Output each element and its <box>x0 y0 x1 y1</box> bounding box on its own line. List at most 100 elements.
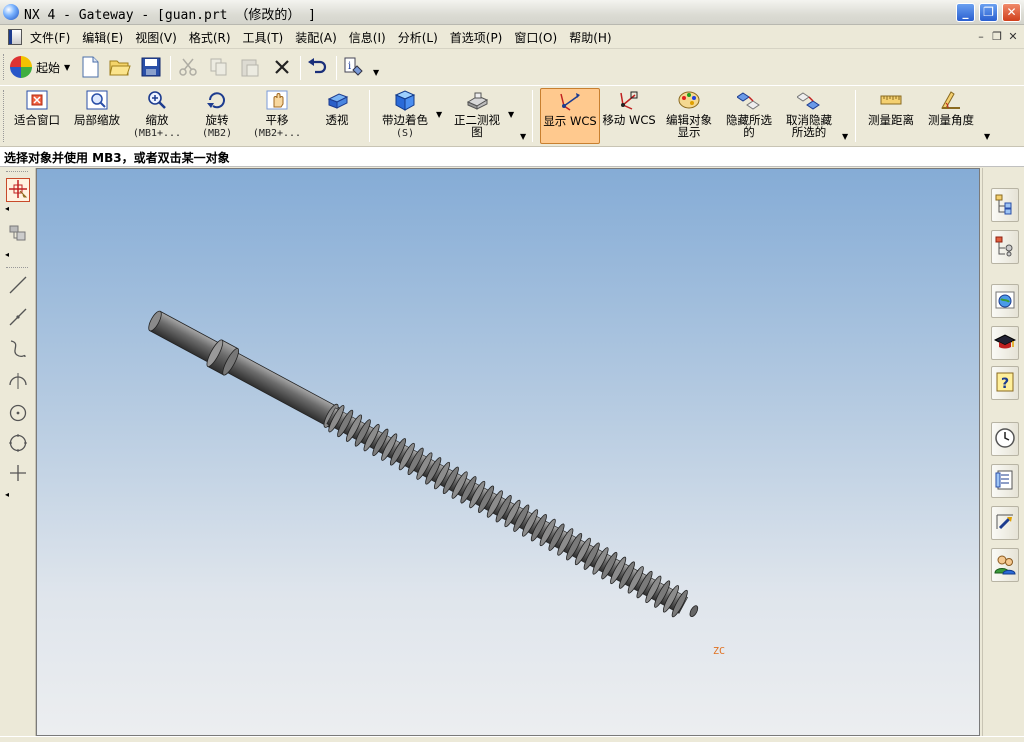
rotate-icon <box>205 89 229 111</box>
spline-tool-button[interactable] <box>6 338 30 362</box>
menu-file[interactable]: 文件(F) <box>30 29 76 46</box>
line-tool-button[interactable] <box>6 274 30 298</box>
trimetric-label-line2: 图 <box>471 125 483 139</box>
circle-icon <box>8 433 28 456</box>
start-button[interactable]: 起始 ▼ <box>10 54 70 80</box>
users-icon <box>994 553 1016 578</box>
chevron-down-icon[interactable]: ▼ <box>508 110 514 119</box>
new-icon[interactable] <box>79 56 101 78</box>
cut-icon[interactable] <box>177 56 199 78</box>
unhide-selected-button[interactable]: 取消隐藏 所选的 <box>780 88 838 144</box>
menu-window[interactable]: 窗口(O) <box>514 29 563 46</box>
menu-assemblies[interactable]: 装配(A) <box>295 29 343 46</box>
svg-text:i: i <box>348 61 351 72</box>
delete-icon[interactable] <box>271 56 293 78</box>
measure-angle-button[interactable]: 测量角度 <box>922 88 980 144</box>
move-wcs-button[interactable]: 移动 WCS <box>602 88 656 144</box>
menu-view[interactable]: 视图(V) <box>135 29 183 46</box>
toolbar-options-icon[interactable]: ▼ <box>520 132 526 141</box>
doc-close-button[interactable]: ✕ <box>1006 30 1020 43</box>
roles-tab[interactable] <box>991 548 1019 582</box>
menu-format[interactable]: 格式(R) <box>189 29 237 46</box>
wcs-zc-label: ZC <box>713 646 726 657</box>
circle-center-tool-button[interactable] <box>6 402 30 426</box>
threaded-shaft-model[interactable] <box>37 169 979 735</box>
rotate-button[interactable]: 旋转 (MB2) <box>190 88 244 144</box>
ruler-icon <box>879 89 903 111</box>
pan-label: 平移 <box>265 113 289 127</box>
shaded-edges-button[interactable]: 带边着色 (S) <box>376 88 434 144</box>
toolbar-grip[interactable] <box>3 54 6 80</box>
toolbar-separator <box>532 90 533 142</box>
toolbar-options-icon[interactable]: ▼ <box>984 132 990 141</box>
show-wcs-button[interactable]: 显示 WCS <box>540 88 600 144</box>
spline-icon <box>8 339 28 362</box>
edit-object-display-button[interactable]: 编辑对象 显示 <box>660 88 718 144</box>
trimetric-button[interactable]: 正二测视 图 <box>448 88 506 144</box>
perspective-button[interactable]: 透视 <box>310 88 364 144</box>
paste-icon[interactable] <box>239 56 261 78</box>
toolbar-separator <box>369 90 370 142</box>
line-between-points-button[interactable] <box>6 306 30 330</box>
history-tab[interactable] <box>991 422 1019 456</box>
palette-expand-icon[interactable]: ◂ <box>5 250 9 259</box>
open-icon[interactable] <box>109 56 131 78</box>
toolbar-options-icon[interactable]: ▼ <box>842 132 848 141</box>
fit-button[interactable]: 适合窗口 <box>10 88 64 144</box>
close-button[interactable]: ✕ <box>1002 3 1021 22</box>
toolbar-grip[interactable] <box>3 90 6 142</box>
copy-icon[interactable] <box>208 56 230 78</box>
menu-information[interactable]: 信息(I) <box>349 29 392 46</box>
menu-analysis[interactable]: 分析(L) <box>398 29 444 46</box>
hide-icon <box>736 89 761 111</box>
chevron-down-icon[interactable]: ▼ <box>373 68 379 77</box>
document-menu-icon[interactable] <box>8 29 22 45</box>
perspective-label: 透视 <box>325 113 349 127</box>
zoom-button[interactable]: 缩放 (MB1+... <box>130 88 184 144</box>
system-materials-tab[interactable] <box>991 464 1019 498</box>
start-label: 起始 <box>36 60 61 75</box>
graphics-window[interactable]: ZC <box>36 168 980 736</box>
toolbar-separator <box>855 90 856 142</box>
circle-tool-button[interactable] <box>6 432 30 456</box>
palette-expand-icon[interactable]: ◂ <box>5 490 9 499</box>
nx-application-window: NX 4 - Gateway - [guan.prt （修改的） ] _ ❐ ✕… <box>0 0 1024 742</box>
chevron-down-icon[interactable]: ▼ <box>436 110 442 119</box>
crosshair-select-icon <box>8 179 28 202</box>
part-navigator-tab[interactable] <box>991 230 1019 264</box>
zoom-region-button[interactable]: 局部缩放 <box>70 88 124 144</box>
menu-help[interactable]: 帮助(H) <box>569 29 617 46</box>
help-tab[interactable]: ? <box>991 366 1019 400</box>
zoom-icon <box>145 89 169 111</box>
maximize-button[interactable]: ❐ <box>979 3 998 22</box>
measure-distance-button[interactable]: 测量距离 <box>862 88 920 144</box>
palette-grip[interactable] <box>6 171 28 172</box>
assembly-navigator-tab[interactable] <box>991 188 1019 222</box>
doc-minimize-button[interactable]: – <box>974 30 988 43</box>
resource-bar: ? <box>982 168 1024 742</box>
select-tool-button[interactable] <box>6 178 30 202</box>
doc-restore-button[interactable]: ❐ <box>990 30 1004 43</box>
window-title: NX 4 - Gateway - [guan.prt （修改的） ] <box>24 8 316 23</box>
process-studio-tab[interactable] <box>991 506 1019 540</box>
palette-grip[interactable] <box>6 267 28 268</box>
undo-icon[interactable] <box>306 56 328 78</box>
menu-preferences[interactable]: 首选项(P) <box>450 29 509 46</box>
measure-angle-label: 测量角度 <box>928 113 974 127</box>
info-icon[interactable]: i <box>343 56 365 78</box>
minimize-button[interactable]: _ <box>956 3 975 22</box>
menu-tools[interactable]: 工具(T) <box>243 29 290 46</box>
internet-explorer-tab[interactable] <box>991 284 1019 318</box>
nx-start-logo-icon <box>10 56 32 78</box>
menu-bar: 文件(F) 编辑(E) 视图(V) 格式(R) 工具(T) 装配(A) 信息(I… <box>0 25 1024 49</box>
palette-expand-icon[interactable]: ◂ <box>5 204 9 213</box>
menu-edit[interactable]: 编辑(E) <box>82 29 129 46</box>
point-tool-button[interactable] <box>6 462 30 486</box>
pan-button[interactable]: 平移 (MB2+... <box>250 88 304 144</box>
assembly-tool-button[interactable] <box>6 222 30 246</box>
arc-tool-button[interactable] <box>6 370 30 394</box>
save-icon[interactable] <box>140 56 162 78</box>
hide-selected-button[interactable]: 隐藏所选 的 <box>720 88 778 144</box>
training-tab[interactable] <box>991 326 1019 360</box>
nx-app-icon[interactable] <box>3 4 19 20</box>
